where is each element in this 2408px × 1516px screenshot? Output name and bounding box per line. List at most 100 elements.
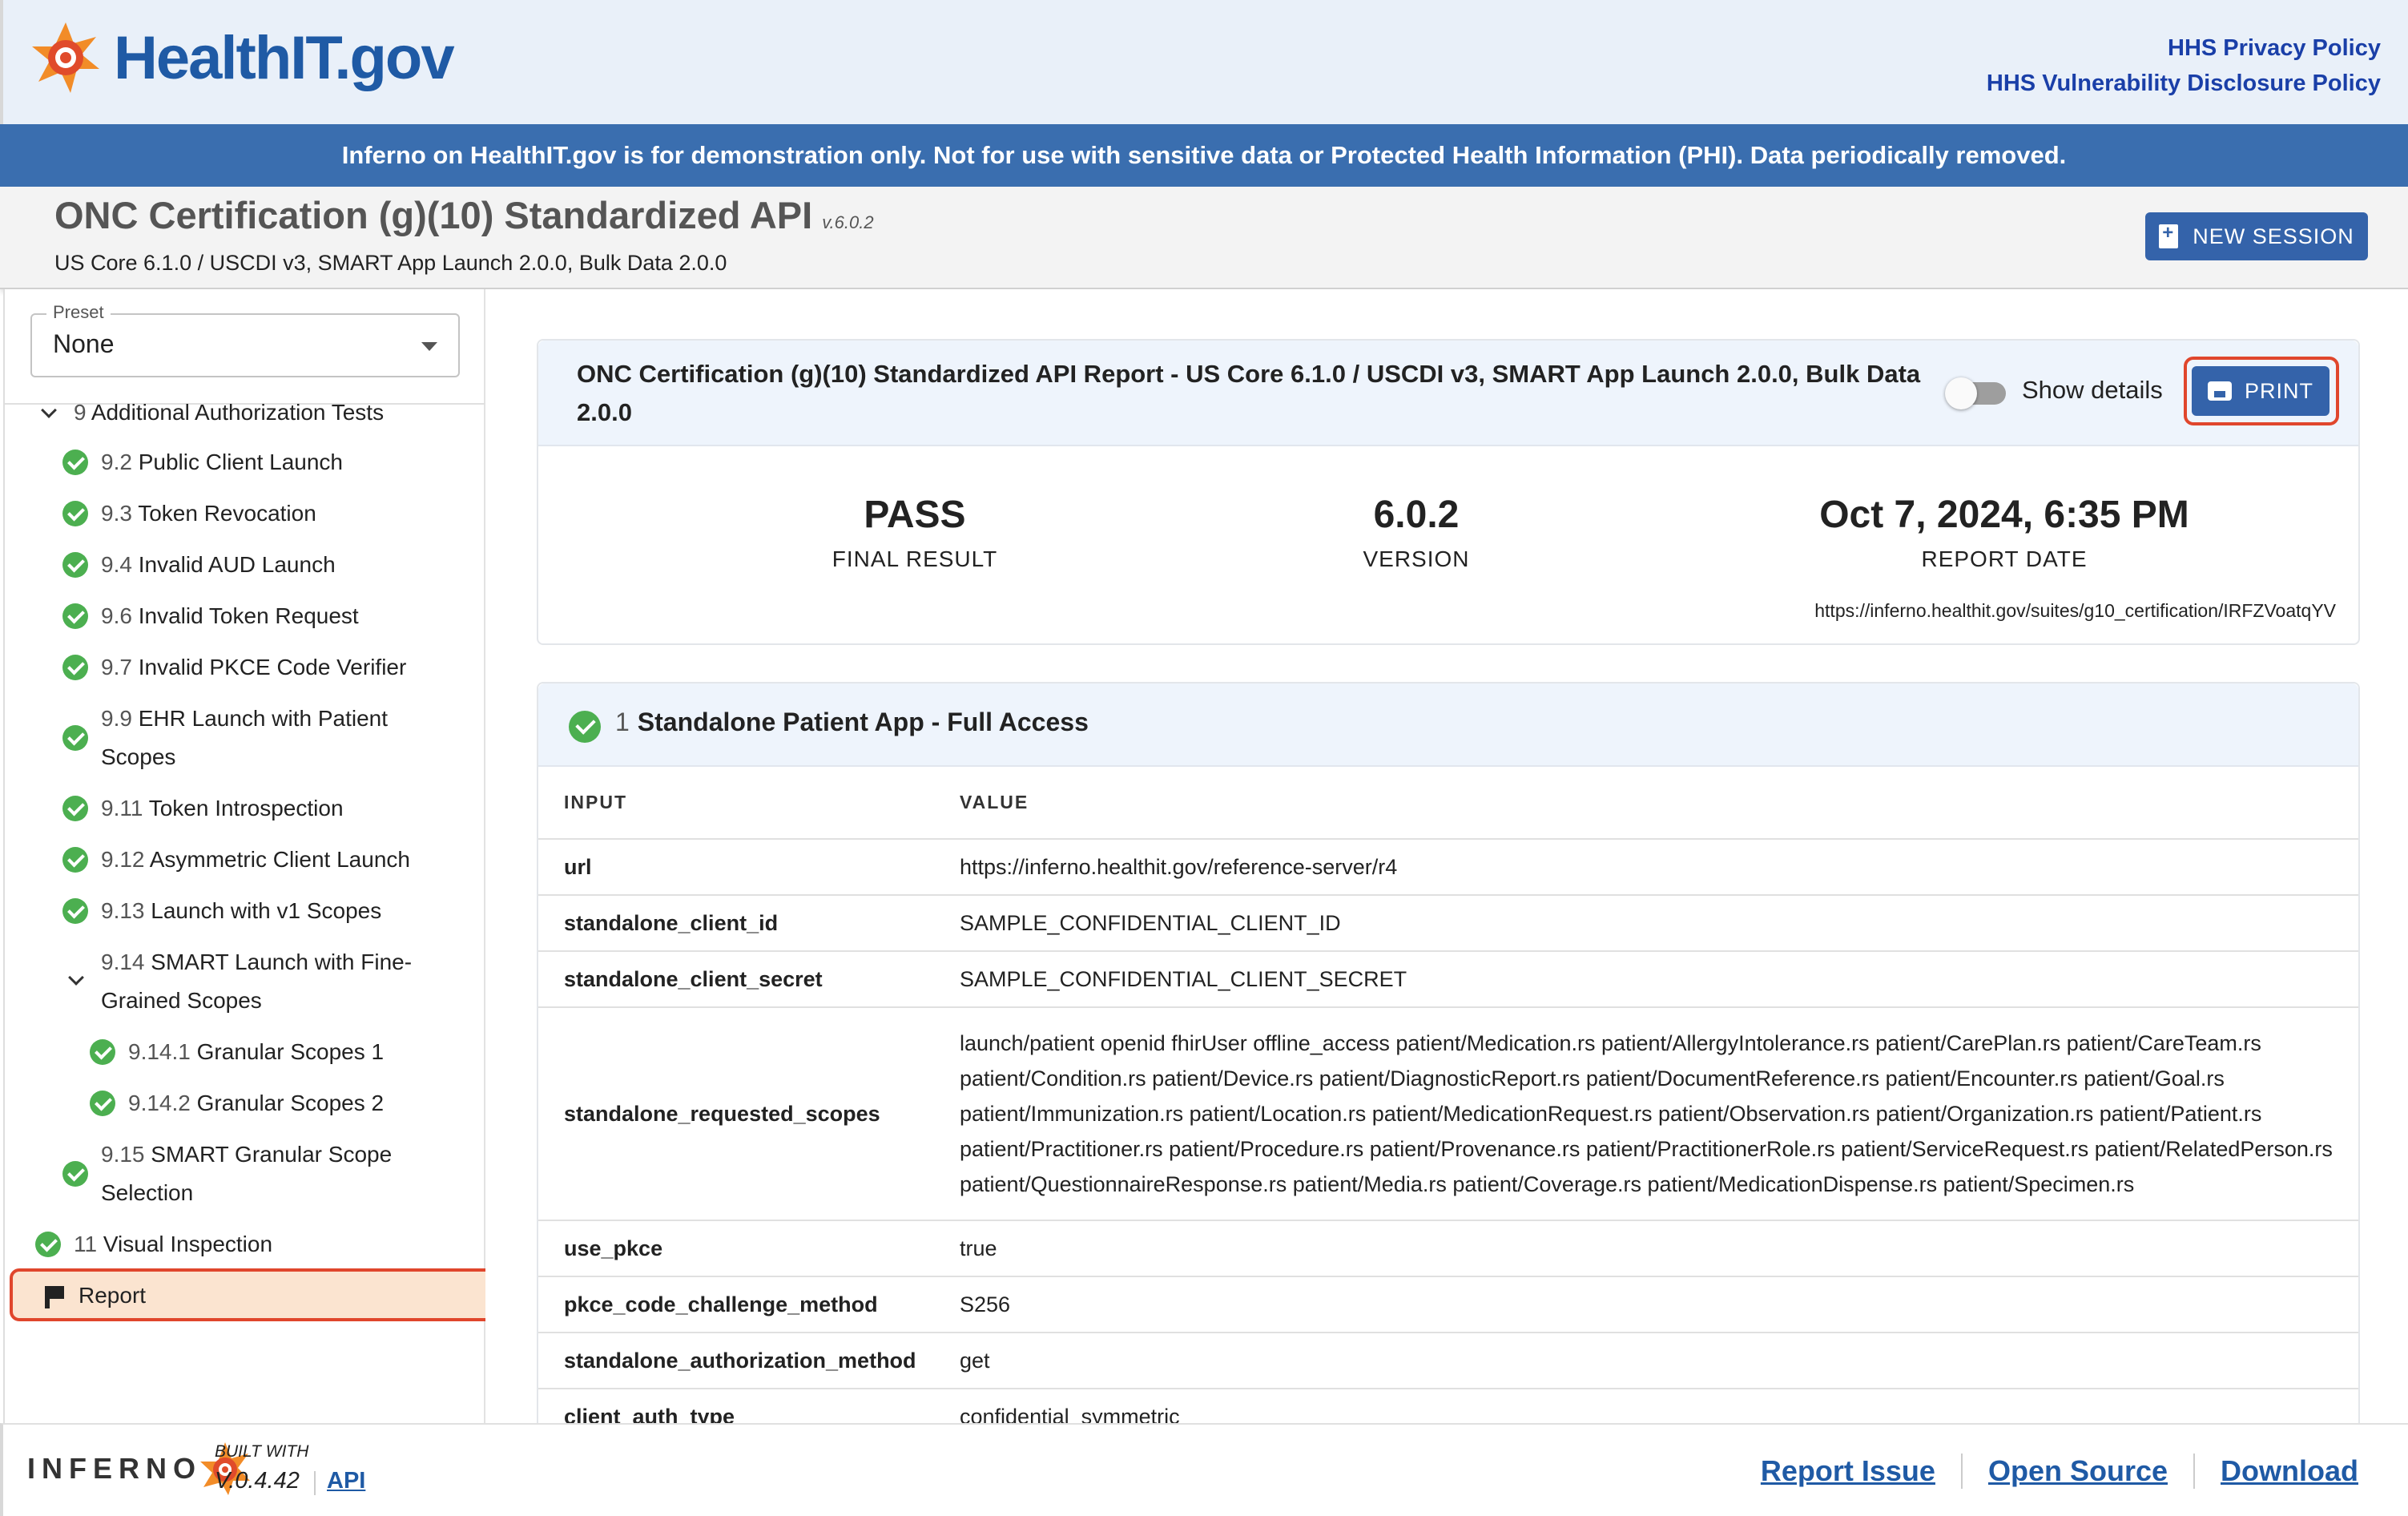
pass-check-icon	[62, 655, 88, 680]
api-link[interactable]: API	[327, 1468, 365, 1494]
item-label: SMART Granular Scope	[151, 1142, 393, 1167]
sidebar-item-9-7[interactable]: 9.7 Invalid PKCE Code Verifier	[101, 648, 406, 687]
preset-value: None	[53, 329, 115, 358]
open-source-link[interactable]: Open Source	[1988, 1454, 2168, 1488]
suite-title: ONC Certification (g)(10) Standardized A…	[54, 193, 874, 237]
item-label: SMART Launch with Fine-	[151, 950, 413, 974]
report-date-stat: Oct 7, 2024, 6:35 PM REPORT DATE	[1684, 493, 2325, 572]
item-label-line2: Grained Scopes	[101, 988, 262, 1013]
pass-check-icon	[62, 552, 88, 578]
sidebar-item-9-14-1[interactable]: 9.14.1 Granular Scopes 1	[128, 1033, 384, 1071]
new-file-icon	[2159, 222, 2179, 248]
pass-check-icon	[62, 450, 88, 475]
table-row: standalone_requested_scopes launch/patie…	[538, 1007, 2358, 1221]
pass-check-icon	[62, 796, 88, 821]
new-session-button[interactable]: NEW SESSION	[2145, 212, 2368, 260]
vulnerability-policy-link[interactable]: HHS Vulnerability Disclosure Policy	[1987, 66, 2381, 101]
suite-version: v.6.0.2	[822, 212, 874, 232]
privacy-policy-link[interactable]: HHS Privacy Policy	[1987, 30, 2381, 66]
version-value: 6.0.2	[1373, 494, 1460, 536]
chevron-down-icon[interactable]	[68, 970, 84, 986]
report-issue-link[interactable]: Report Issue	[1761, 1454, 1935, 1488]
test-group-header: 1 Standalone Patient App - Full Access	[538, 683, 2358, 767]
input-column-header: INPUT	[538, 767, 960, 840]
inputs-table: INPUT VALUE url https://inferno.healthit…	[538, 767, 2358, 1423]
report-url[interactable]: https://inferno.healthit.gov/suites/g10_…	[1814, 600, 2336, 622]
input-value: launch/patient openid fhirUser offline_a…	[960, 1007, 2358, 1221]
pass-check-icon	[62, 725, 88, 751]
item-label: Token Revocation	[138, 501, 316, 526]
value-column-header: VALUE	[960, 767, 2358, 840]
suite-title-text: ONC Certification (g)(10) Standardized A…	[54, 194, 813, 236]
item-number: 9.13	[101, 898, 145, 923]
show-details-toggle[interactable]	[1945, 377, 2006, 409]
report-date-label: REPORT DATE	[1921, 546, 2088, 571]
table-row: standalone_client_id SAMPLE_CONFIDENTIAL…	[538, 895, 2358, 952]
sidebar-item-9-3[interactable]: 9.3 Token Revocation	[101, 494, 316, 533]
suite-header: ONC Certification (g)(10) Standardized A…	[0, 187, 2408, 289]
group-title-text: Standalone Patient App - Full Access	[637, 708, 1089, 736]
healthit-logo[interactable]: HealthIT.gov	[29, 18, 455, 98]
sidebar-item-9-11[interactable]: 9.11 Token Introspection	[101, 789, 344, 828]
sidebar-item-9-9[interactable]: 9.9 EHR Launch with Patient Scopes	[101, 700, 388, 776]
item-number: 9.14.1	[128, 1039, 191, 1064]
pass-check-icon	[90, 1091, 115, 1116]
report-title: ONC Certification (g)(10) Standardized A…	[577, 360, 1921, 426]
show-details-label: Show details	[2022, 376, 2163, 404]
report-summary-card: ONC Certification (g)(10) Standardized A…	[537, 339, 2360, 645]
healthit-swirl-icon	[32, 22, 99, 93]
table-row: use_pkce true	[538, 1220, 2358, 1277]
sidebar-item-9-15[interactable]: 9.15 SMART Granular Scope Selection	[101, 1135, 392, 1212]
input-value: SAMPLE_CONFIDENTIAL_CLIENT_ID	[960, 895, 2358, 952]
inferno-version: V.0.4.42	[215, 1468, 300, 1494]
item-number: 9.11	[101, 796, 143, 820]
built-with-label: BUILT WITH	[215, 1442, 309, 1461]
sidebar-item-9-12[interactable]: 9.12 Asymmetric Client Launch	[101, 841, 410, 879]
group-number: 1	[615, 708, 630, 736]
footer-links: Report Issue Open Source Download	[1761, 1454, 2358, 1489]
sidebar-item-9-2[interactable]: 9.2 Public Client Launch	[101, 443, 343, 482]
caret-down-icon	[421, 342, 437, 351]
final-result-stat: PASS FINAL RESULT	[715, 493, 1115, 572]
sidebar-item-9-14[interactable]: 9.14 SMART Launch with Fine- Grained Scop…	[101, 943, 412, 1020]
pass-check-icon	[62, 1161, 88, 1187]
sidebar-item-report[interactable]: Report	[10, 1268, 500, 1321]
report-card-header: ONC Certification (g)(10) Standardized A…	[538, 341, 2358, 446]
final-result-value: PASS	[864, 494, 966, 536]
pass-check-icon	[90, 1039, 115, 1065]
demo-banner: Inferno on HealthIT.gov is for demonstra…	[0, 124, 2408, 187]
table-row: client_auth_type confidential_symmetric	[538, 1389, 2358, 1423]
sidebar-item-9-14-2[interactable]: 9.14.2 Granular Scopes 2	[128, 1084, 384, 1123]
sidebar-item-9-6[interactable]: 9.6 Invalid Token Request	[101, 597, 359, 635]
sidebar-item-11[interactable]: 11 Visual Inspection	[74, 1225, 272, 1264]
input-value: get	[960, 1333, 2358, 1389]
item-number: 9.14.2	[128, 1091, 191, 1115]
item-number: 11	[74, 1232, 98, 1256]
input-value: https://inferno.healthit.gov/reference-s…	[960, 839, 2358, 896]
print-button[interactable]: PRINT	[2192, 366, 2329, 416]
preset-select[interactable]: Preset None	[30, 302, 460, 377]
print-label: PRINT	[2245, 378, 2313, 403]
sidebar-item-9-13[interactable]: 9.13 Launch with v1 Scopes	[101, 892, 381, 930]
new-session-label: NEW SESSION	[2193, 224, 2354, 248]
chevron-down-icon[interactable]	[41, 402, 57, 418]
input-key: standalone_client_id	[538, 895, 960, 952]
divider	[314, 1471, 316, 1495]
item-label: Public Client Launch	[138, 450, 343, 474]
item-label: Additional Authorization Tests	[91, 400, 385, 425]
table-row: standalone_authorization_method get	[538, 1333, 2358, 1389]
final-result-label: FINAL RESULT	[832, 546, 998, 571]
input-key: standalone_client_secret	[538, 951, 960, 1008]
input-key: pkce_code_challenge_method	[538, 1276, 960, 1333]
pass-check-icon	[35, 1232, 61, 1257]
download-link[interactable]: Download	[2221, 1454, 2358, 1488]
site-header: HealthIT.gov HHS Privacy Policy HHS Vuln…	[0, 0, 2408, 124]
report-date-value: Oct 7, 2024, 6:35 PM	[1819, 494, 2189, 536]
main-content: ONC Certification (g)(10) Standardized A…	[485, 289, 2408, 1423]
test-group-title: 1 Standalone Patient App - Full Access	[615, 708, 1089, 737]
item-number: 9.3	[101, 501, 132, 526]
sidebar-item-9[interactable]: 9 Additional Authorization Tests	[74, 393, 384, 432]
sidebar-item-9-4[interactable]: 9.4 Invalid AUD Launch	[101, 546, 336, 584]
item-number: 9.4	[101, 552, 132, 577]
input-value: S256	[960, 1276, 2358, 1333]
